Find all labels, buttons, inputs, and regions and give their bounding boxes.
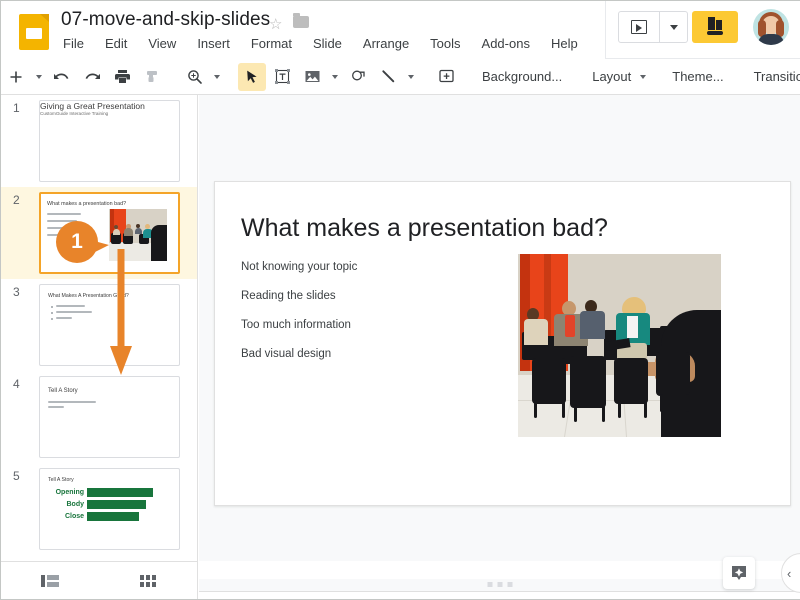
line-dropdown[interactable]: [404, 63, 418, 91]
redo-button[interactable]: [78, 63, 106, 91]
menu-addons[interactable]: Add-ons: [480, 35, 532, 52]
add-comment-button[interactable]: [432, 63, 460, 91]
thumbnail-slide-2[interactable]: 2 What makes a presentation bad?: [1, 187, 197, 279]
share-button[interactable]: [692, 11, 738, 43]
layout-caret-down-icon[interactable]: [636, 63, 650, 91]
thumb-title: Tell A Story: [48, 477, 74, 483]
document-title[interactable]: 07-move-and-skip-slides: [61, 9, 270, 31]
slide-bullet: Not knowing your topic: [241, 261, 358, 273]
insert-image-button[interactable]: [298, 63, 326, 91]
paint-format-button[interactable]: [138, 63, 166, 91]
slides-logo-icon: [19, 14, 49, 50]
filmstrip-view-icon: [41, 574, 59, 587]
avatar[interactable]: [753, 9, 789, 45]
menu-slide[interactable]: Slide: [311, 35, 344, 52]
bottom-bar: [199, 591, 800, 599]
background-button[interactable]: Background...: [473, 64, 571, 90]
menu-format[interactable]: Format: [249, 35, 294, 52]
slide-title[interactable]: What makes a presentation bad?: [241, 214, 608, 243]
slide-thumbnail-panel[interactable]: 1 Giving a Great Presentation CustomGuid…: [1, 95, 198, 561]
line-tool[interactable]: [374, 63, 402, 91]
thumbnail-number: 3: [13, 285, 20, 299]
present-icon[interactable]: [619, 12, 659, 42]
photo-person: [524, 308, 548, 345]
slide-image[interactable]: [518, 254, 721, 437]
menu-arrange[interactable]: Arrange: [361, 35, 411, 52]
shape-tool[interactable]: [344, 63, 372, 91]
undo-button[interactable]: [48, 63, 76, 91]
chevron-left-icon: ‹: [787, 565, 792, 581]
horizontal-scroll-grip[interactable]: [487, 582, 512, 587]
thumb-chart-label-opening: Opening: [55, 489, 84, 496]
layout-button[interactable]: Layout: [583, 64, 635, 90]
star-outline-icon[interactable]: ☆: [269, 15, 282, 33]
menu-bar: File Edit View Insert Format Slide Arran…: [61, 35, 580, 52]
thumbnail-canvas: Giving a Great Presentation CustomGuide …: [39, 100, 180, 182]
menu-view[interactable]: View: [146, 35, 178, 52]
thumb-title: What makes a presentation bad?: [47, 201, 127, 207]
slide-bullet: Too much information: [241, 319, 351, 331]
folder-icon[interactable]: [293, 13, 309, 28]
thumbnail-slide-3[interactable]: 3 What Makes A Presentation Good?: [1, 279, 197, 371]
slide-editor-canvas[interactable]: What makes a presentation bad? Not knowi…: [199, 95, 800, 561]
horizontal-scrollbar[interactable]: [199, 579, 800, 591]
thumb-title: Tell A Story: [48, 388, 78, 394]
image-dropdown[interactable]: [328, 63, 342, 91]
view-toggle-bar: [1, 561, 198, 599]
transition-button[interactable]: Transition...: [745, 64, 800, 90]
thumb-chart-bar: [87, 500, 146, 509]
thumbnail-number: 1: [13, 101, 20, 115]
slide-bullet: Reading the slides: [241, 290, 336, 302]
menu-tools[interactable]: Tools: [428, 35, 462, 52]
thumb-chart-bar: [87, 512, 139, 521]
title-bar-actions: [605, 1, 800, 59]
thumbnail-canvas: Tell A Story Opening Body Close: [39, 468, 180, 550]
menu-help[interactable]: Help: [549, 35, 580, 52]
share-icon: [705, 17, 725, 37]
explore-icon: [732, 566, 746, 580]
slide-bullet: Bad visual design: [241, 348, 332, 360]
zoom-button[interactable]: [180, 63, 208, 91]
grid-view-icon: [140, 574, 156, 587]
theme-button[interactable]: Theme...: [663, 64, 732, 90]
photo-person: [580, 300, 605, 339]
menu-edit[interactable]: Edit: [103, 35, 129, 52]
slide-body-text[interactable]: Not knowing your topic Reading the slide…: [241, 261, 357, 377]
new-slide-button[interactable]: [2, 63, 30, 91]
thumbnail-slide-1[interactable]: 1 Giving a Great Presentation CustomGuid…: [1, 95, 197, 187]
thumb-subtitle: CustomGuide Interactive Training: [40, 111, 109, 116]
explore-button[interactable]: [723, 557, 755, 589]
thumbnail-number: 4: [13, 377, 20, 391]
print-button[interactable]: [108, 63, 136, 91]
thumbnail-slide-4[interactable]: 4 Tell A Story: [1, 371, 197, 463]
thumbnail-number: 5: [13, 469, 20, 483]
thumbnail-slide-5[interactable]: 5 Tell A Story Opening Body Close: [1, 463, 197, 555]
thumb-chart-label-body: Body: [66, 501, 85, 508]
new-slide-dropdown[interactable]: [32, 63, 46, 91]
title-bar: 07-move-and-skip-slides ☆ File Edit View…: [1, 1, 800, 61]
annotation-callout-badge: 1: [56, 221, 109, 263]
google-slides-window: 07-move-and-skip-slides ☆ File Edit View…: [0, 0, 800, 600]
menu-file[interactable]: File: [61, 35, 86, 52]
current-slide[interactable]: What makes a presentation bad? Not knowi…: [214, 181, 791, 506]
annotation-arrow: [109, 249, 133, 382]
text-box-tool[interactable]: [268, 63, 296, 91]
present-dropdown-chevron-down-icon[interactable]: [659, 12, 687, 42]
callout-tail: [87, 239, 109, 256]
select-tool[interactable]: [238, 62, 266, 91]
filmstrip-view-button[interactable]: [1, 562, 99, 600]
thumbnail-canvas: Tell A Story: [39, 376, 180, 458]
menu-insert[interactable]: Insert: [195, 35, 232, 52]
thumb-chart-label-close: Close: [64, 513, 84, 520]
grid-view-button[interactable]: [99, 562, 197, 600]
thumb-chart-bar: [87, 488, 153, 497]
thumbnail-number: 2: [13, 193, 20, 207]
main-toolbar: Background... Layout Theme... Transition…: [1, 59, 800, 95]
present-button-group: [618, 11, 688, 43]
thumb-title: Giving a Great Presentation: [40, 101, 145, 111]
zoom-dropdown[interactable]: [210, 63, 224, 91]
